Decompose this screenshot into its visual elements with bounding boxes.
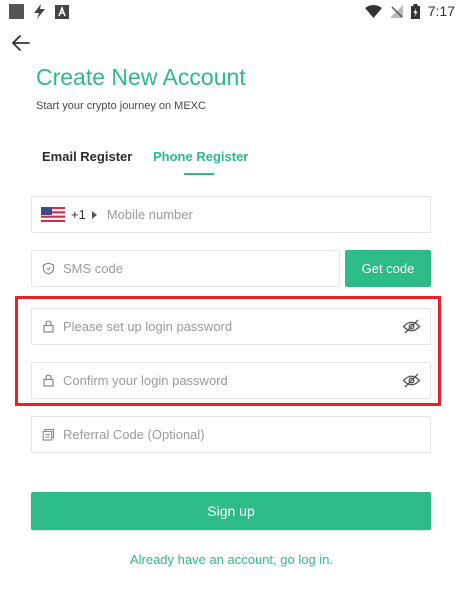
app-a-icon	[55, 4, 69, 19]
page-subtitle: Start your crypto journey on MEXC	[36, 100, 206, 112]
tab-phone-register[interactable]: Phone Register	[153, 149, 248, 164]
password-highlight-box	[15, 296, 441, 406]
go-login-link[interactable]: Already have an account, go log in.	[0, 552, 463, 567]
referral-icon	[42, 428, 55, 441]
active-tab-indicator	[184, 173, 214, 175]
status-time: 7:17	[427, 3, 455, 19]
lightning-icon	[34, 4, 45, 19]
sign-up-button[interactable]: Sign up	[31, 492, 431, 530]
battery-icon	[410, 3, 420, 19]
get-code-button[interactable]: Get code	[345, 250, 431, 287]
caret-right-icon[interactable]	[91, 210, 97, 219]
wifi-icon	[364, 4, 382, 18]
tab-email-register[interactable]: Email Register	[42, 149, 132, 164]
mobile-number-placeholder: Mobile number	[106, 207, 193, 222]
mobile-number-field[interactable]: +1 Mobile number	[31, 196, 431, 233]
back-arrow-icon[interactable]	[11, 34, 31, 52]
sms-code-field[interactable]: SMS code	[31, 250, 340, 287]
no-signal-icon	[389, 4, 403, 18]
sms-code-placeholder: SMS code	[63, 261, 123, 276]
notification-square-icon	[9, 4, 24, 19]
referral-code-placeholder: Referral Code (Optional)	[63, 427, 205, 442]
page-title: Create New Account	[36, 64, 246, 90]
status-bar: 7:17	[0, 0, 463, 26]
shield-icon	[42, 262, 55, 275]
us-flag-icon[interactable]	[41, 207, 65, 222]
country-code[interactable]: +1	[71, 207, 86, 222]
referral-code-field[interactable]: Referral Code (Optional)	[31, 416, 431, 453]
